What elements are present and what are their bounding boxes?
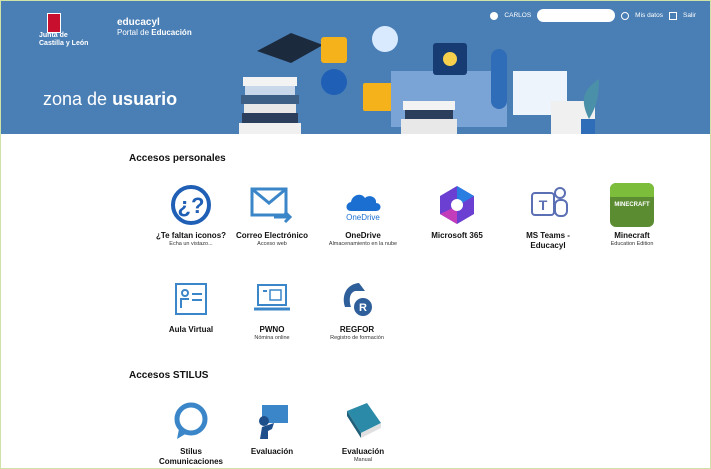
people-icon <box>321 69 347 95</box>
onedrive-logo-text: OneDrive <box>346 212 380 222</box>
app-onedrive[interactable]: OneDrive OneDrive Almacenamiento en la n… <box>324 183 402 248</box>
section-personal-title: Accesos personales <box>129 153 226 164</box>
book-icon <box>341 399 385 443</box>
app-name: Microsoft 365 <box>431 231 483 240</box>
app-subtitle: Acceso web <box>257 241 287 247</box>
regfor-icon: R <box>335 277 379 321</box>
user-name: CARLOS <box>504 12 532 19</box>
brand[interactable]: educacyl Portal de Educación <box>117 17 192 37</box>
svg-text:T: T <box>539 197 548 213</box>
plant-pot-icon <box>581 119 595 134</box>
onedrive-icon: OneDrive <box>341 183 385 227</box>
user-icon <box>490 11 499 20</box>
my-data-link[interactable]: Mis datos <box>635 12 663 19</box>
jcyl-logo[interactable]: Junta de Castilla y León <box>39 13 97 49</box>
logout-link[interactable]: Salir <box>683 12 696 19</box>
app-subtitle: Manual <box>353 457 373 463</box>
app-name: MS Teams - Educacyl <box>526 231 570 250</box>
shield-icon <box>47 13 61 33</box>
app-name: Aula Virtual <box>168 325 214 334</box>
mail-icon <box>250 183 294 227</box>
app-name: Correo Electrónico <box>235 231 308 240</box>
app-name: Stilus Comunicaciones <box>158 447 223 466</box>
section-stilus-title: Accesos STILUS <box>129 370 209 381</box>
key-icon <box>321 37 347 63</box>
app-subtitle: Nómina online <box>254 335 290 341</box>
svg-text:R: R <box>359 302 367 314</box>
page-title: zona de usuario <box>43 89 178 109</box>
logo-text: Junta de Castilla y León <box>39 32 89 47</box>
brand-name: educacyl <box>117 17 160 28</box>
aula-virtual-icon <box>169 277 213 321</box>
user-field[interactable] <box>537 9 616 22</box>
app-stilus-comunicaciones[interactable]: Stilus Comunicaciones <box>152 399 230 467</box>
app-evaluacion[interactable]: Evaluación <box>233 399 311 457</box>
app-aula-virtual[interactable]: Aula Virtual <box>152 277 230 335</box>
user-bar: CARLOS Mis datos Salir <box>490 9 696 22</box>
app-name: ¿Te faltan iconos? <box>155 231 227 240</box>
teams-icon: T <box>526 183 570 227</box>
evaluation-icon <box>250 399 294 443</box>
app-subtitle: Echa un vistazo... <box>169 241 213 247</box>
app-name: Evaluación <box>250 447 294 456</box>
chat-icon <box>169 399 213 443</box>
app-subtitle: Registro de formación <box>330 335 384 341</box>
app-faltan-iconos[interactable]: ¿? ¿Te faltan iconos? Echa un vistazo... <box>152 183 230 248</box>
minecraft-icon: MINECRAFT <box>610 183 654 227</box>
book-stack-left-icon <box>239 77 301 134</box>
header-banner: Junta de Castilla y León educacyl Portal… <box>1 1 710 134</box>
question-icon: ¿? <box>169 183 213 227</box>
clock-icon <box>372 26 398 52</box>
app-name: PWNO <box>259 325 285 334</box>
app-name: Evaluación <box>341 447 385 456</box>
app-evaluacion-manual[interactable]: Evaluación Manual <box>324 399 402 464</box>
app-ms-teams[interactable]: T MS Teams - Educacyl <box>509 183 587 251</box>
app-name: Minecraft <box>614 231 650 240</box>
graduation-cap-icon <box>257 33 323 63</box>
app-minecraft[interactable]: MINECRAFT Minecraft Education Edition <box>593 183 671 248</box>
app-microsoft365[interactable]: Microsoft 365 <box>418 183 496 241</box>
app-correo[interactable]: Correo Electrónico Acceso web <box>233 183 311 248</box>
logout-icon[interactable] <box>668 11 677 20</box>
book-stack-center-icon <box>401 101 457 134</box>
app-subtitle: Almacenamiento en la nube <box>328 241 398 247</box>
laptop-icon <box>250 277 294 321</box>
app-name: REGFOR <box>339 325 375 334</box>
app-subtitle: Education Edition <box>610 241 654 247</box>
app-regfor[interactable]: R REGFOR Registro de formación <box>318 277 396 342</box>
video-call-icon <box>491 49 507 109</box>
header-illustration <box>239 26 599 134</box>
svg-text:¿?: ¿? <box>178 193 205 218</box>
brand-subtitle: Portal de Educación <box>117 28 192 37</box>
microsoft365-icon <box>435 183 479 227</box>
app-pwno[interactable]: PWNO Nómina online <box>233 277 311 342</box>
minecraft-logo-text: MINECRAFT <box>614 202 650 208</box>
app-name: OneDrive <box>345 231 381 240</box>
gear-icon[interactable] <box>621 11 630 20</box>
